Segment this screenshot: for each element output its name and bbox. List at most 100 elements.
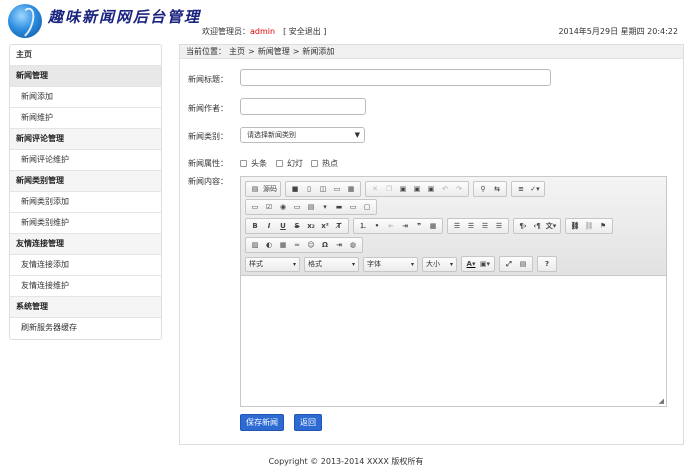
subscript-icon[interactable]: x₂	[305, 220, 317, 232]
form-icon[interactable]: ▭	[249, 201, 261, 213]
spellcheck-icon[interactable]: ✓▾	[529, 183, 541, 195]
anchor-icon[interactable]: ⚑	[597, 220, 609, 232]
image-button-icon[interactable]: ▭	[347, 201, 359, 213]
replace-icon[interactable]: ⇆	[491, 183, 503, 195]
save-icon[interactable]: ■	[289, 183, 301, 195]
logout-link[interactable]: [ 安全退出 ]	[283, 27, 326, 36]
show-blocks-icon[interactable]: ▤	[517, 258, 529, 270]
find-icon[interactable]: ⚲	[477, 183, 489, 195]
source-button[interactable]: 源码	[263, 183, 277, 195]
sidebar-item-link-maintain[interactable]: 友情连接维护	[10, 276, 161, 297]
sidebar-item-refresh-cache[interactable]: 刷新服务器缓存	[10, 318, 161, 339]
align-right-icon[interactable]: ☰	[479, 220, 491, 232]
text-color-icon[interactable]: A▾	[465, 258, 477, 270]
sidebar-item-category-maintain[interactable]: 新闻类别维护	[10, 213, 161, 234]
superscript-icon[interactable]: x²	[319, 220, 331, 232]
print-icon[interactable]: ▭	[331, 183, 343, 195]
bg-color-icon[interactable]: ▣▾	[479, 258, 491, 270]
checkbox-icon[interactable]: ☑	[263, 201, 275, 213]
underline-icon[interactable]: U	[277, 220, 289, 232]
breadcrumb-news[interactable]: 新闻管理	[258, 47, 290, 56]
indent-icon[interactable]: ⇥	[399, 220, 411, 232]
image-icon[interactable]: ▨	[249, 239, 261, 251]
checkbox[interactable]	[240, 160, 247, 167]
numbered-list-icon[interactable]: ⒈	[357, 220, 369, 232]
title-input[interactable]	[240, 69, 551, 86]
flash-icon[interactable]: ◐	[263, 239, 275, 251]
maximize-icon[interactable]: ⤢	[503, 258, 515, 270]
attr-headline[interactable]: 头条	[240, 158, 267, 169]
textfield-icon[interactable]: ▭	[291, 201, 303, 213]
paste-word-icon[interactable]: ▣	[425, 183, 437, 195]
back-button[interactable]: 返回	[294, 414, 322, 431]
bold-icon[interactable]: B	[249, 220, 261, 232]
select-all-icon[interactable]: ≡	[515, 183, 527, 195]
sidebar-group-categories[interactable]: 新闻类别管理	[10, 171, 161, 192]
radio-icon[interactable]: ◉	[277, 201, 289, 213]
sidebar-item-comments-maintain[interactable]: 新闻评论维护	[10, 150, 161, 171]
horizontal-rule-icon[interactable]: ═	[291, 239, 303, 251]
help-icon[interactable]: ?	[541, 258, 553, 270]
rtl-icon[interactable]: ‹¶	[531, 220, 543, 232]
templates-icon[interactable]: ▦	[345, 183, 357, 195]
sidebar-item-home[interactable]: 主页	[10, 45, 161, 66]
main-content: 当前位置： 主页 > 新闻管理 > 新闻添加 新闻标题： 新闻作者： 新闻类别： 请选择新…	[179, 44, 684, 445]
align-left-icon[interactable]: ☰	[451, 220, 463, 232]
sidebar-item-news-add[interactable]: 新闻添加	[10, 87, 161, 108]
redo-icon[interactable]: ↷	[453, 183, 465, 195]
type-select[interactable]: 请选择新闻类别 ▼	[240, 127, 365, 143]
smiley-icon[interactable]: ☺	[305, 239, 317, 251]
sidebar-group-links[interactable]: 友情连接管理	[10, 234, 161, 255]
style-combo[interactable]: 样式 ▾	[245, 256, 300, 272]
paste-text-icon[interactable]: ▣	[411, 183, 423, 195]
sidebar-item-news-maintain[interactable]: 新闻维护	[10, 108, 161, 129]
sidebar-group-news[interactable]: 新闻管理	[10, 66, 161, 87]
iframe-icon[interactable]: ◍	[347, 239, 359, 251]
attr-slideshow[interactable]: 幻灯	[276, 158, 303, 169]
sidebar-group-system[interactable]: 系统管理	[10, 297, 161, 318]
hidden-field-icon[interactable]: ▢	[361, 201, 373, 213]
save-news-button[interactable]: 保存新闻	[240, 414, 284, 431]
resize-handle-icon[interactable]: ◢	[659, 397, 664, 405]
bulleted-list-icon[interactable]: •	[371, 220, 383, 232]
font-combo[interactable]: 字体 ▾	[363, 256, 418, 272]
unlink-icon[interactable]: ⛓	[583, 220, 595, 232]
language-icon[interactable]: 文▾	[545, 220, 557, 232]
checkbox[interactable]	[276, 160, 283, 167]
special-char-icon[interactable]: Ω	[319, 239, 331, 251]
ltr-icon[interactable]: ¶›	[517, 220, 529, 232]
justify-icon[interactable]: ☰	[493, 220, 505, 232]
blockquote-icon[interactable]: ❞	[413, 220, 425, 232]
size-combo[interactable]: 大小 ▾	[422, 256, 457, 272]
editor-content-area[interactable]	[241, 277, 666, 406]
source-icon[interactable]: ▤	[249, 183, 261, 195]
button-icon[interactable]: ▬	[333, 201, 345, 213]
attr-hot[interactable]: 热点	[311, 158, 338, 169]
page-break-icon[interactable]: ⇥	[333, 239, 345, 251]
sidebar-item-link-add[interactable]: 友情连接添加	[10, 255, 161, 276]
undo-icon[interactable]: ↶	[439, 183, 451, 195]
italic-icon[interactable]: I	[263, 220, 275, 232]
textarea-icon[interactable]: ▤	[305, 201, 317, 213]
preview-icon[interactable]: ◫	[317, 183, 329, 195]
sidebar-item-category-add[interactable]: 新闻类别添加	[10, 192, 161, 213]
sidebar-group-comments[interactable]: 新闻评论管理	[10, 129, 161, 150]
attr-hot-label: 热点	[322, 159, 338, 168]
outdent-icon[interactable]: ⇤	[385, 220, 397, 232]
new-page-icon[interactable]: ▯	[303, 183, 315, 195]
checkbox[interactable]	[311, 160, 318, 167]
copy-icon[interactable]: ❐	[383, 183, 395, 195]
strike-icon[interactable]: S	[291, 220, 303, 232]
table-icon[interactable]: ▦	[277, 239, 289, 251]
paste-icon[interactable]: ▣	[397, 183, 409, 195]
link-icon[interactable]: ⛓	[569, 220, 581, 232]
select-icon[interactable]: ▾	[319, 201, 331, 213]
remove-format-icon[interactable]: T̸	[333, 220, 345, 232]
format-combo[interactable]: 格式 ▾	[304, 256, 359, 272]
author-input[interactable]	[240, 98, 366, 115]
cut-icon[interactable]: ✕	[369, 183, 381, 195]
div-icon[interactable]: ▦	[427, 220, 439, 232]
align-center-icon[interactable]: ☰	[465, 220, 477, 232]
breadcrumb-home[interactable]: 主页	[229, 47, 245, 56]
app-title: 趣味新闻网后台管理	[48, 8, 202, 26]
